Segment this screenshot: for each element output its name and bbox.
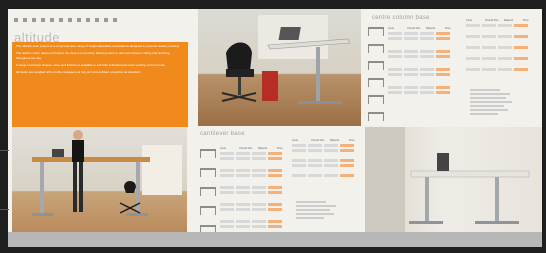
table-header: Material bbox=[504, 19, 513, 22]
table-header: Price bbox=[523, 19, 529, 22]
connector-line bbox=[0, 209, 9, 210]
page: altitude The Altitude desk system is a c… bbox=[0, 0, 546, 253]
photo-cantilever-desk bbox=[365, 127, 542, 233]
decorative-dots bbox=[14, 18, 117, 22]
section-title-cantilever: cantilever base bbox=[200, 131, 245, 137]
table-header: Material bbox=[426, 27, 435, 30]
spec-notes bbox=[470, 87, 530, 117]
table-header: Overall Size bbox=[485, 19, 499, 22]
table-header: Code bbox=[466, 19, 472, 22]
spec-table-cantilever-left: Code Overall Size Material Price bbox=[220, 147, 293, 228]
spec-table-centre-left: Code Overall Size Material Price bbox=[388, 27, 461, 94]
brochure-spread: altitude The Altitude desk system is a c… bbox=[8, 9, 542, 239]
table-header: Overall Size bbox=[239, 147, 253, 150]
spec-notes bbox=[296, 199, 356, 221]
table-header: Price bbox=[277, 147, 283, 150]
table-header: Material bbox=[258, 147, 267, 150]
desk-shape-icon bbox=[200, 149, 216, 158]
spec-table-cantilever-right: Code Overall Size Material Price bbox=[292, 139, 365, 177]
body-paragraph: All desks are supplied with a cable mana… bbox=[16, 70, 141, 74]
spec-icons-column bbox=[368, 27, 384, 129]
desk-shape-icon bbox=[368, 44, 384, 53]
table-header: Code bbox=[388, 27, 394, 30]
desk-shape-icon bbox=[200, 168, 216, 177]
table-header: Overall Size bbox=[311, 139, 325, 142]
section-title-centre-column: centre column base bbox=[372, 15, 430, 21]
body-paragraph: The Altitude desk system is a comprehens… bbox=[16, 44, 180, 48]
spec-table-centre-right: Code Overall Size Material Price bbox=[466, 19, 539, 71]
table-header: Price bbox=[349, 139, 355, 142]
spec-icons-cantilever bbox=[200, 149, 216, 239]
intro-text-panel: The Altitude desk system is a comprehens… bbox=[12, 42, 188, 127]
table-header: Price bbox=[445, 27, 451, 30]
table-header: Code bbox=[292, 139, 298, 142]
body-paragraph: A range of worktop shapes, sizes and fin… bbox=[16, 63, 166, 67]
desk-shape-icon bbox=[368, 61, 384, 70]
desk-shape-icon bbox=[368, 95, 384, 104]
desk-shape-icon bbox=[200, 206, 216, 215]
body-paragraph: The electric motor raises and lowers the… bbox=[16, 51, 170, 60]
desk-shape-icon bbox=[368, 78, 384, 87]
photo-desk-with-chair bbox=[198, 9, 361, 126]
footer-bar bbox=[8, 232, 542, 247]
desk-shape-icon bbox=[368, 27, 384, 36]
photo-man-standing-desk bbox=[12, 127, 187, 233]
table-header: Material bbox=[330, 139, 339, 142]
table-header: Code bbox=[220, 147, 226, 150]
connector-line bbox=[0, 150, 9, 151]
table-header: Overall Size bbox=[407, 27, 421, 30]
desk-shape-icon bbox=[368, 112, 384, 121]
desk-shape-icon bbox=[200, 187, 216, 196]
